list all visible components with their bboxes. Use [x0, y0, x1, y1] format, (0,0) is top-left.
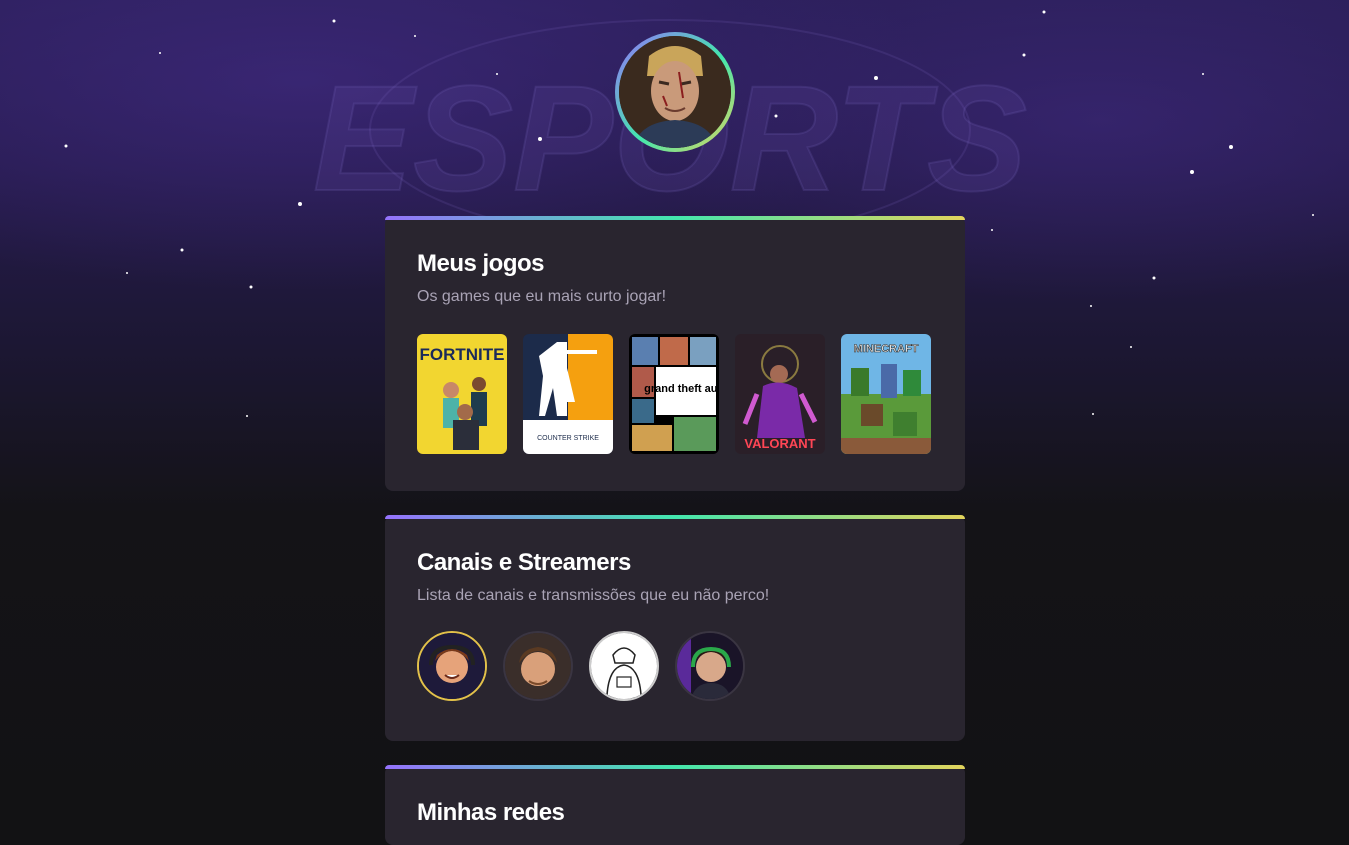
gta-v-cover[interactable]: grand theft auto [629, 334, 719, 454]
streamer-avatar-4[interactable] [675, 631, 745, 701]
svg-text:FORTNITE: FORTNITE [420, 345, 505, 364]
socials-card: Minhas redes [385, 765, 965, 845]
streamer-avatar-2[interactable] [503, 631, 573, 701]
channels-title: Canais e Streamers [417, 549, 631, 576]
streamer-avatar-1[interactable] [417, 631, 487, 701]
games-card: Meus jogos Os games que eu mais curto jo… [385, 216, 965, 491]
games-title: Meus jogos [417, 250, 545, 277]
svg-text:grand theft auto: grand theft auto [644, 383, 719, 395]
fortnite-cover[interactable]: FORTNITE [417, 334, 507, 454]
minecraft-cover[interactable]: MINECRAFT [841, 334, 931, 454]
streamer-avatar-3[interactable] [589, 631, 659, 701]
channels-card: Canais e Streamers Lista de canais e tra… [385, 515, 965, 741]
svg-text:MINECRAFT: MINECRAFT [854, 343, 919, 355]
counter-strike-cover[interactable]: COUNTER STRIKE [523, 334, 613, 454]
channels-subtitle: Lista de canais e transmissões que eu nã… [417, 587, 770, 604]
profile-avatar [615, 32, 735, 152]
valorant-cover[interactable]: VALORANT [735, 334, 825, 454]
svg-text:VALORANT: VALORANT [744, 436, 815, 451]
games-list: FORTNITE COUNTER STRIKE grand theft au V… [417, 334, 933, 454]
profile-photo-icon [619, 36, 731, 148]
games-subtitle: Os games que eu mais curto jogar! [417, 288, 667, 305]
streamers-list [417, 631, 933, 701]
svg-text:COUNTER STRIKE: COUNTER STRIKE [537, 435, 599, 442]
socials-title: Minhas redes [417, 799, 565, 826]
